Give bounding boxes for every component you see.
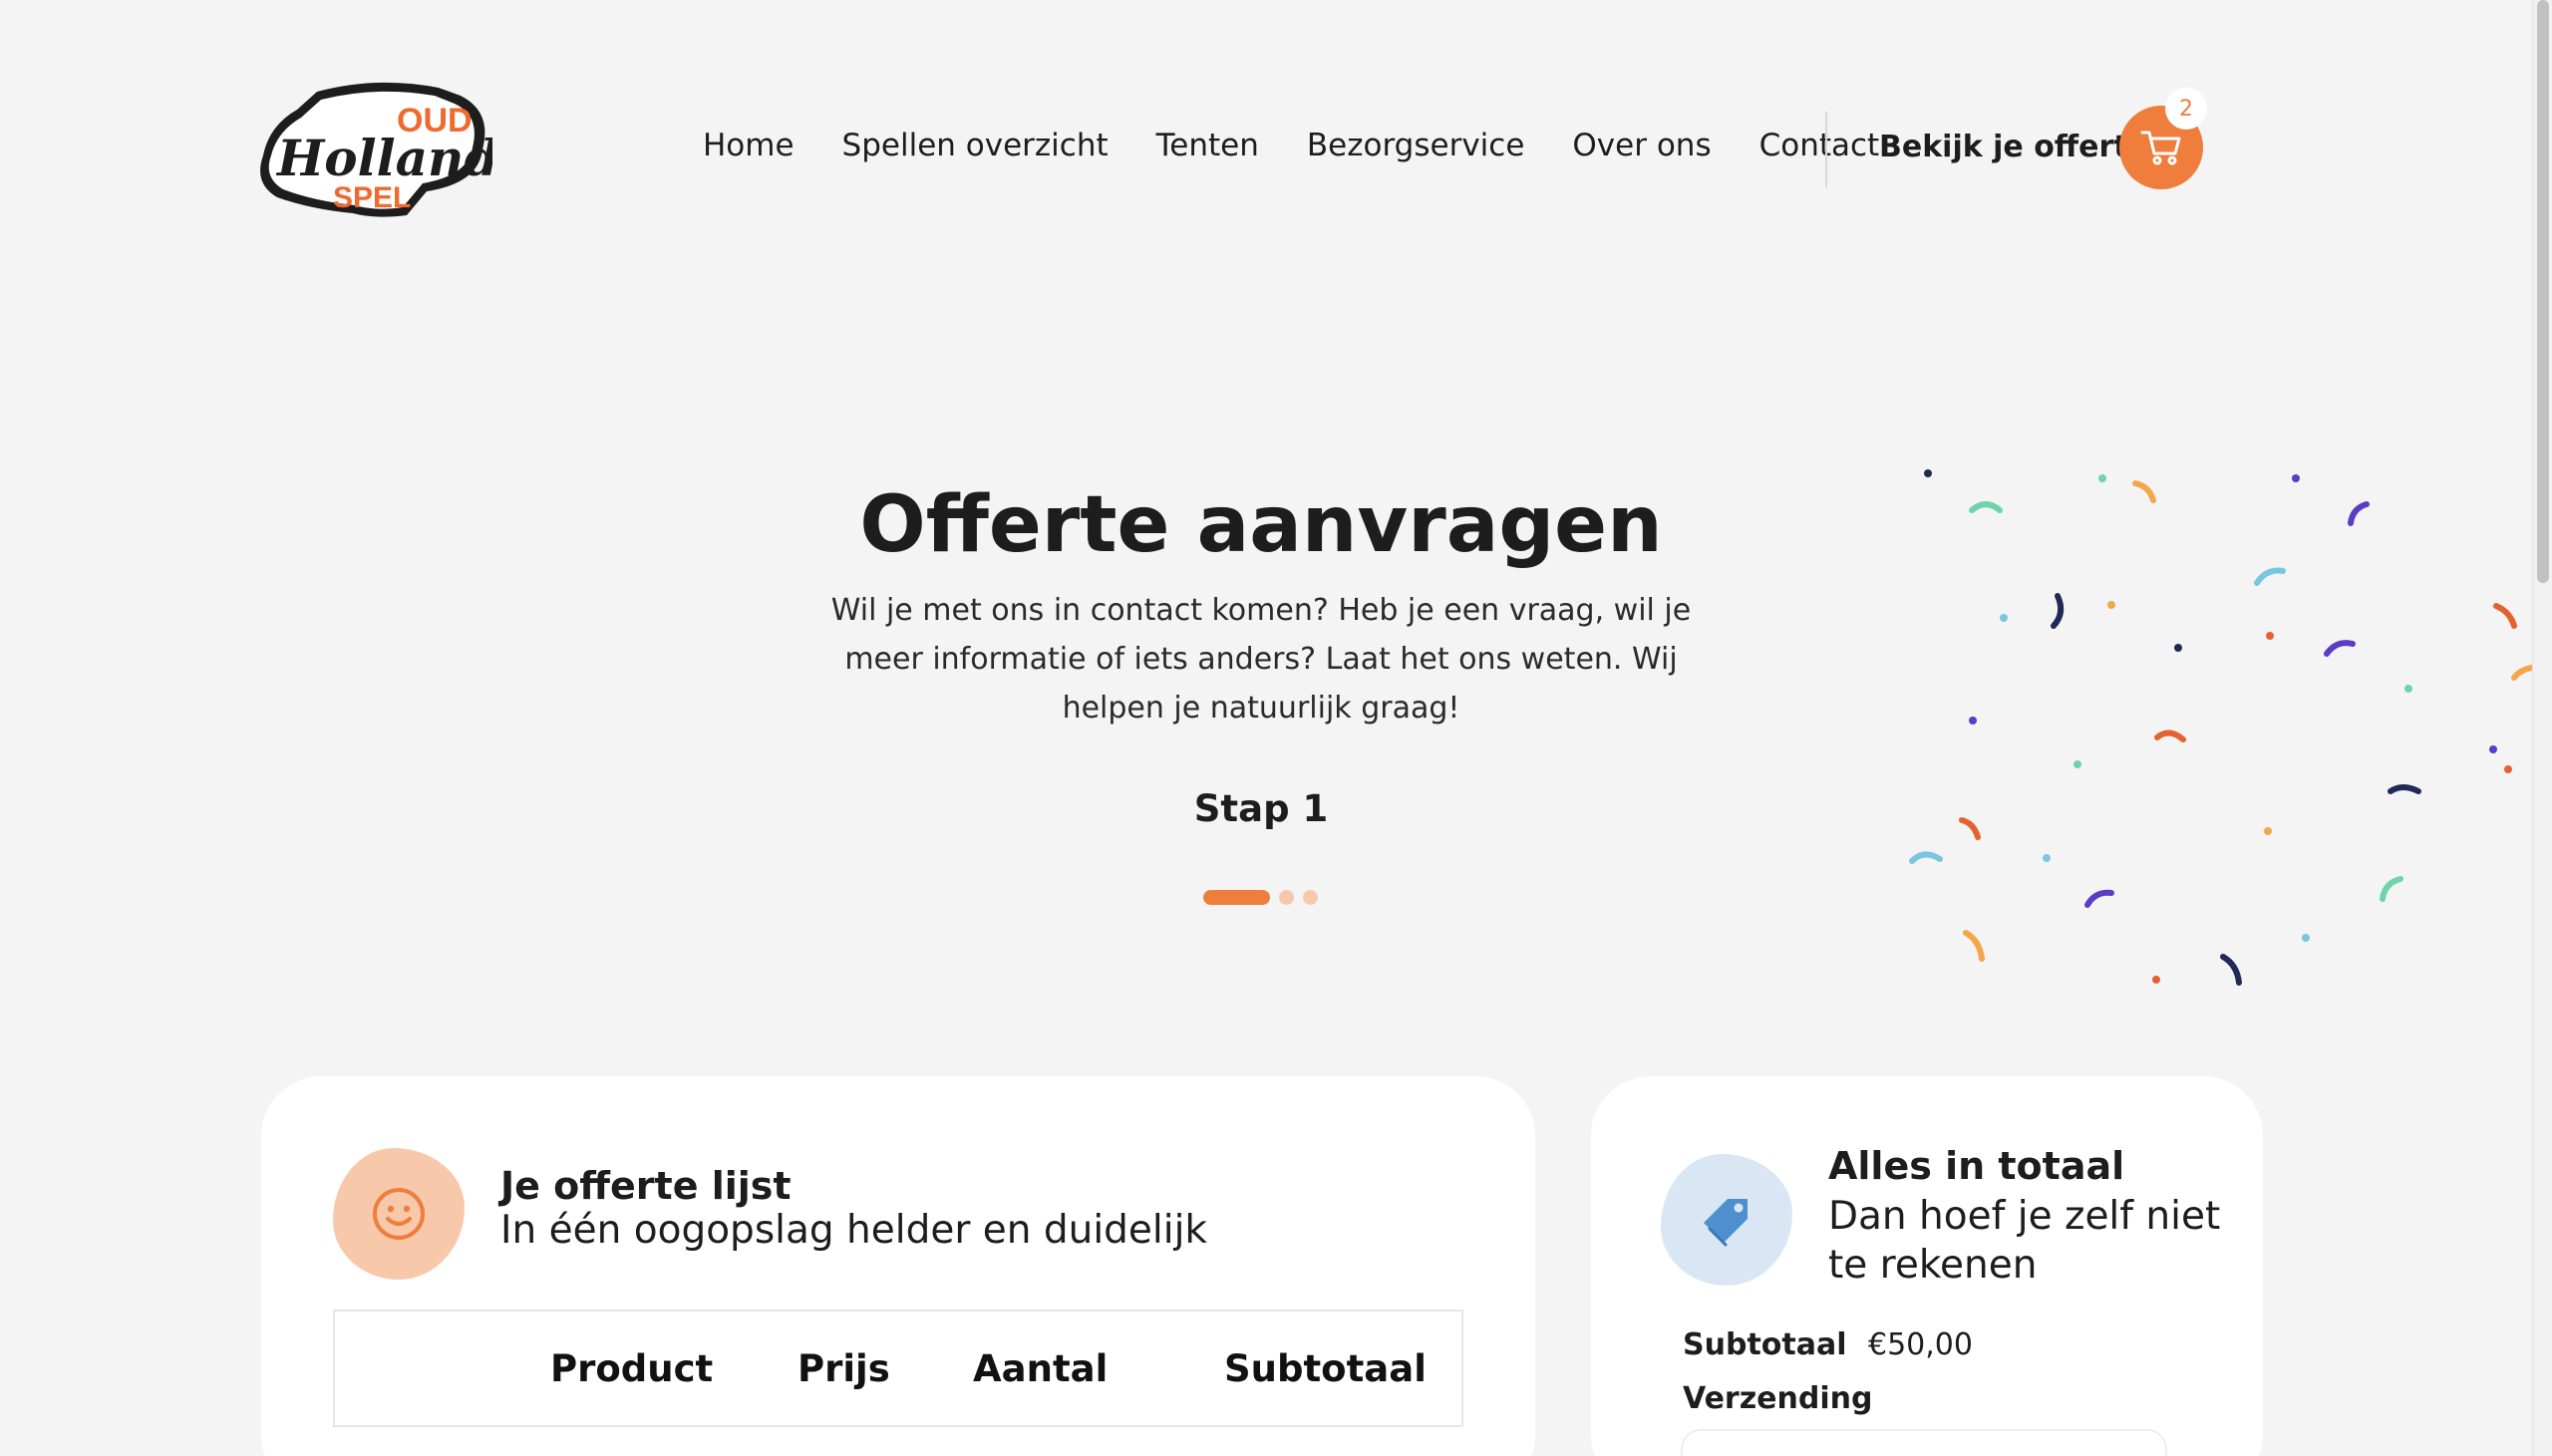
cart-count-badge: 2 — [2165, 88, 2207, 130]
offer-list-subtitle: In één oogopslag helder en duidelijk — [500, 1208, 1208, 1253]
step-indicator-active — [1203, 890, 1270, 905]
totals-subtitle: Dan hoef je zelf niet te rekenen — [1828, 1194, 2221, 1288]
site-logo[interactable]: OUD Hollands SPEL — [257, 80, 526, 219]
smiley-icon — [373, 1188, 425, 1240]
scrollbar-thumb[interactable] — [2537, 0, 2549, 583]
column-header-product: Product — [550, 1347, 714, 1390]
subtotal-value: €50,00 — [1868, 1327, 1973, 1362]
shipping-options[interactable] — [1681, 1429, 2167, 1456]
column-header-subtotal: Subtotaal — [1224, 1347, 1427, 1390]
offer-list-card: Je offerte lijst In één oogopslag helder… — [261, 1076, 1535, 1456]
step-indicator-dot — [1279, 890, 1294, 905]
offer-table-header: Product Prijs Aantal Subtotaal — [333, 1310, 1463, 1427]
column-header-price: Prijs — [798, 1347, 890, 1390]
nav-contact[interactable]: Contact — [1759, 128, 1880, 163]
page-intro: Wil je met ons in contact komen? Heb je … — [830, 593, 1692, 726]
step-indicator — [1203, 890, 1318, 905]
page: OUD Hollands SPEL Home Spellen overzicht… — [0, 0, 2532, 1456]
step-indicator-dot — [1303, 890, 1318, 905]
svg-text:SPEL: SPEL — [333, 181, 411, 214]
nav-divider — [1825, 112, 1827, 187]
svg-text:Hollands: Hollands — [275, 129, 492, 187]
price-tag-icon — [1704, 1199, 1748, 1247]
page-scrollbar[interactable] — [2532, 0, 2552, 1456]
totals-card: Alles in totaal Dan hoef je zelf niet te… — [1591, 1076, 2263, 1456]
shipping-label: Verzending — [1683, 1381, 1873, 1416]
main-nav: Home Spellen overzicht Tenten Bezorgserv… — [703, 128, 1927, 163]
offer-list-icon-badge — [333, 1148, 465, 1280]
offer-list-title: Je offerte lijst — [500, 1164, 792, 1208]
nav-over-ons[interactable]: Over ons — [1572, 128, 1711, 163]
totals-title: Alles in totaal — [1828, 1144, 2125, 1188]
shopping-cart-icon — [2140, 131, 2181, 165]
nav-home[interactable]: Home — [703, 128, 795, 163]
nav-spellen-overzicht[interactable]: Spellen overzicht — [842, 128, 1109, 163]
view-offer-link[interactable]: Bekijk je offerte — [1879, 130, 2148, 164]
column-header-quantity: Aantal — [973, 1347, 1109, 1390]
logo-graphic: OUD Hollands SPEL — [260, 82, 526, 217]
totals-icon-badge — [1661, 1154, 1792, 1286]
nav-tenten[interactable]: Tenten — [1156, 128, 1259, 163]
subtotal-label: Subtotaal — [1683, 1327, 1847, 1362]
nav-bezorgservice[interactable]: Bezorgservice — [1307, 128, 1525, 163]
confetti-decoration — [1909, 469, 2532, 986]
